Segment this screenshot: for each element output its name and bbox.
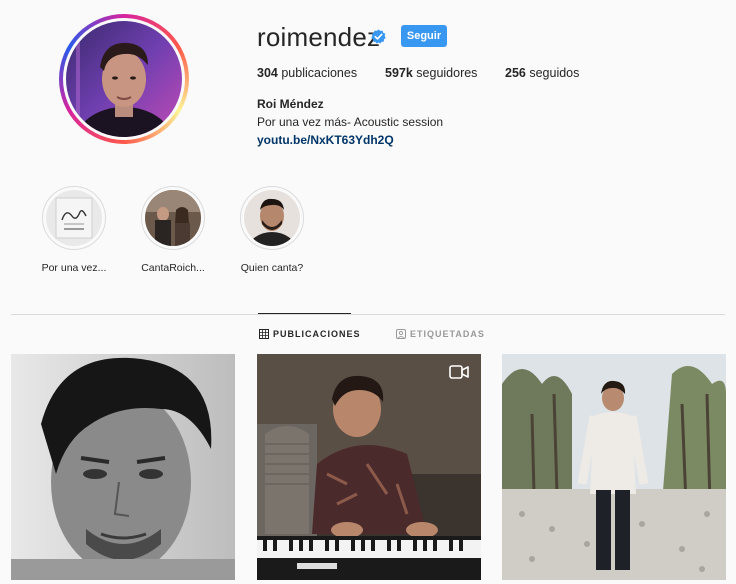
profile-link[interactable]: youtu.be/NxKT63Ydh2Q	[257, 133, 394, 147]
highlight-cover	[46, 190, 102, 246]
tabs-divider	[11, 314, 725, 315]
highlight-cover-ring	[240, 186, 304, 250]
stat-posts: 304 publicaciones	[257, 66, 357, 80]
highlight-cover-ring	[141, 186, 205, 250]
tab-tagged-label: ETIQUETADAS	[410, 329, 485, 339]
tab-posts-label: PUBLICACIONES	[273, 329, 361, 339]
profile-avatar-ring[interactable]	[59, 14, 189, 144]
highlight-label: CantaRoich...	[141, 262, 205, 274]
profile-avatar	[66, 21, 182, 137]
followers-label: seguidores	[412, 66, 478, 80]
verified-badge-icon	[371, 29, 386, 44]
tagged-icon	[396, 329, 406, 339]
post-thumbnail[interactable]	[502, 354, 726, 580]
following-count: 256	[505, 66, 526, 80]
post-thumbnail[interactable]	[11, 354, 235, 580]
active-tab-indicator	[258, 313, 351, 314]
stat-following[interactable]: 256 seguidos	[505, 66, 579, 80]
highlight-label: Quien canta?	[240, 262, 304, 274]
posts-label: publicaciones	[277, 66, 358, 80]
highlight-cover	[145, 190, 201, 246]
highlight-item[interactable]: Quien canta?	[227, 186, 317, 274]
post-image	[257, 354, 481, 580]
highlight-item[interactable]: CantaRoich...	[128, 186, 218, 274]
post-image	[502, 354, 726, 580]
following-label: seguidos	[525, 66, 580, 80]
profile-full-name: Roi Méndez	[257, 97, 324, 111]
stat-followers[interactable]: 597k seguidores	[385, 66, 477, 80]
profile-username: roimendez	[257, 22, 381, 52]
followers-count: 597k	[385, 66, 413, 80]
highlight-item[interactable]: Por una vez...	[29, 186, 119, 274]
posts-count: 304	[257, 66, 278, 80]
highlight-cover-ring	[42, 186, 106, 250]
video-icon	[449, 365, 469, 379]
profile-page: roimendez Seguir 304 publicaciones 597k …	[0, 0, 736, 584]
profile-bio: Por una vez más- Acoustic session	[257, 115, 444, 129]
highlight-cover	[244, 190, 300, 246]
grid-icon	[259, 329, 269, 339]
highlight-label: Por una vez...	[41, 262, 107, 274]
post-image	[11, 354, 235, 580]
follow-button[interactable]: Seguir	[401, 25, 447, 47]
tab-tagged[interactable]: ETIQUETADAS	[396, 329, 485, 339]
tab-posts[interactable]: PUBLICACIONES	[259, 329, 361, 339]
post-thumbnail[interactable]	[257, 354, 481, 580]
